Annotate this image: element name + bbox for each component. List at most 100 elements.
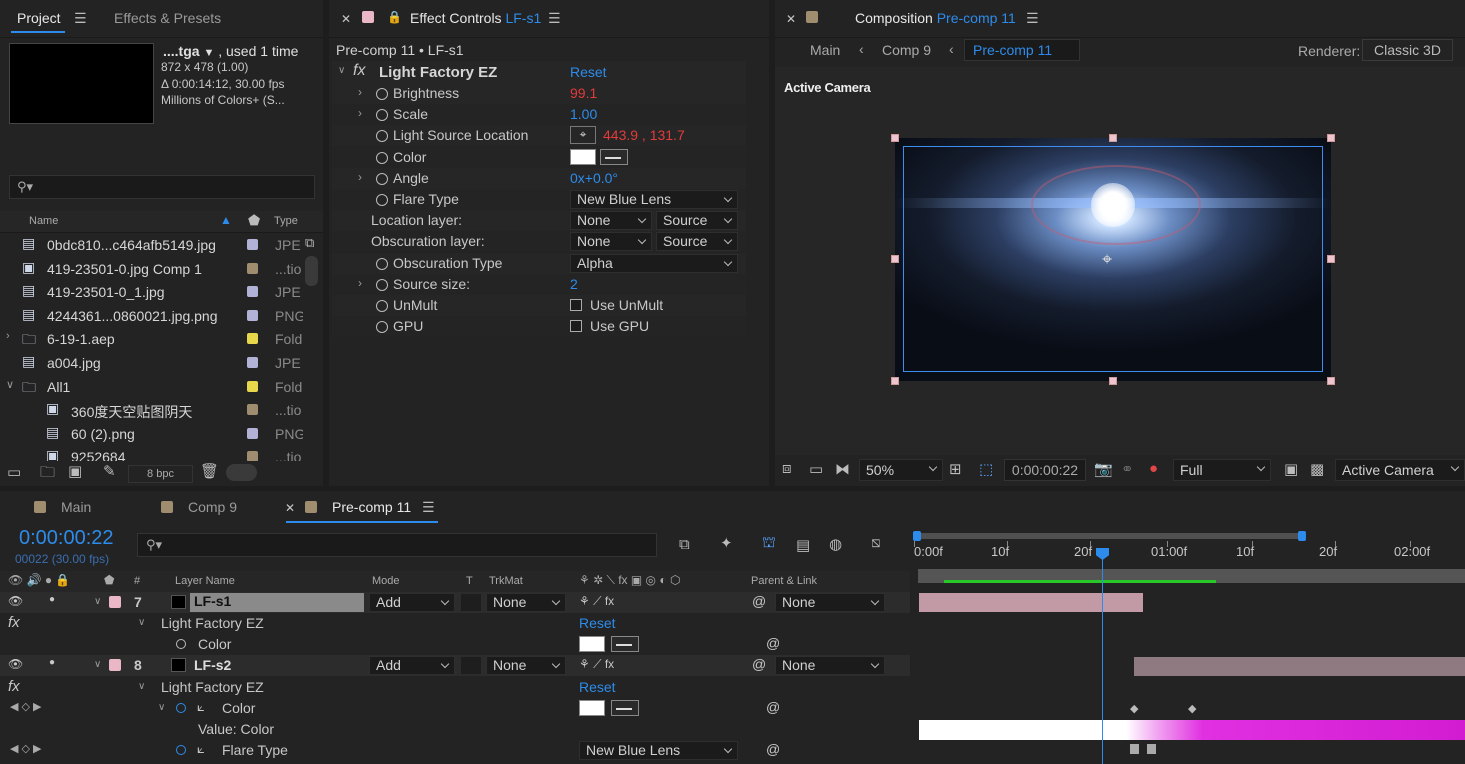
sort-ascending-icon[interactable]: ▲	[220, 213, 232, 227]
stopwatch-icon[interactable]	[376, 194, 388, 206]
color-swatch[interactable]	[579, 700, 605, 716]
layer-bar-lf-s2[interactable]	[1134, 657, 1465, 676]
layer-switches[interactable]: ⚘ ⟋ fx	[579, 657, 614, 672]
stopwatch-icon[interactable]	[376, 321, 388, 334]
layer-select[interactable]: None	[570, 211, 652, 231]
transform-handle[interactable]	[891, 377, 899, 385]
work-area-end-handle[interactable]	[1298, 531, 1306, 541]
effect-prop-select[interactable]: Alpha	[570, 253, 738, 273]
transparency-grid-icon[interactable]: ▩	[1310, 460, 1324, 478]
parent-select[interactable]: None	[775, 593, 885, 612]
checkbox[interactable]	[570, 299, 582, 311]
project-item-label-swatch[interactable]	[247, 380, 258, 392]
eyedropper-icon[interactable]	[611, 700, 639, 716]
prop-expand-icon[interactable]: ›	[358, 106, 362, 120]
lock-icon[interactable]: 🔒	[387, 10, 402, 24]
layer-mode-select[interactable]: Add	[369, 656, 455, 675]
crumb-main[interactable]: Main	[810, 42, 840, 58]
project-item[interactable]: ▣ 360度天空贴图阴天 ...tio	[0, 399, 303, 422]
parent-pickwhip-icon[interactable]: @	[752, 656, 766, 672]
close-tab-icon[interactable]: ✕	[341, 12, 351, 26]
project-item[interactable]: › 🗀 6-19-1.aep Fold	[0, 328, 303, 351]
av-switch-icons[interactable]: 👁 🔊 ● 🔒	[8, 573, 70, 587]
motion-blur-icon[interactable]: ◍	[829, 535, 842, 553]
comp-viewer[interactable]: Active Camera ⌖	[775, 67, 1465, 455]
layer-row-lf-s2[interactable]: 👁 ● ∨ 8 LF-s2 Add None ⚘ ⟋ fx @ None	[0, 655, 910, 676]
effect-controls-layer[interactable]: LF-s1	[505, 10, 541, 26]
folder-collapsed-icon[interactable]: ›	[6, 330, 10, 342]
project-item[interactable]: ▣ 419-23501-0.jpg Comp 1 ...tio	[0, 258, 303, 281]
stopwatch-active-icon[interactable]	[176, 703, 186, 713]
prop-expand-icon[interactable]: ›	[358, 170, 362, 184]
project-item-label-swatch[interactable]	[247, 357, 258, 368]
layer-name[interactable]: LF-s2	[194, 657, 231, 673]
comp-mini-flowchart-icon[interactable]: ⧉	[679, 536, 690, 553]
transform-handle[interactable]	[1109, 134, 1117, 142]
comp-selection-box[interactable]	[903, 146, 1323, 372]
hold-keyframe-icon[interactable]	[1130, 744, 1139, 754]
effect-prop-value[interactable]: 1.00	[570, 106, 597, 122]
source-select[interactable]: Source	[656, 232, 738, 252]
flowchart-icon[interactable]: ⧉	[305, 235, 314, 251]
fx-icon[interactable]: fx	[8, 678, 20, 695]
stopwatch-icon[interactable]	[176, 639, 186, 649]
project-item-label-swatch[interactable]	[247, 427, 258, 439]
project-scrollbar[interactable]	[305, 256, 318, 286]
effect-prop-value[interactable]: 99.1	[570, 85, 597, 101]
effect-prop-value[interactable]: 2	[570, 276, 578, 292]
prop-expand-icon[interactable]: ›	[358, 85, 362, 99]
timeline-tab-main[interactable]: Main	[61, 499, 91, 515]
fast-preview-icon[interactable]: ▣	[1284, 460, 1298, 478]
renderer-button[interactable]: Classic 3D	[1362, 39, 1453, 61]
stopwatch-icon[interactable]	[376, 130, 388, 143]
hold-keyframe-icon[interactable]	[1147, 744, 1156, 754]
interpret-footage-icon[interactable]: ▭	[7, 463, 21, 481]
project-slider[interactable]	[226, 464, 257, 481]
work-area-start-handle[interactable]	[913, 531, 921, 541]
eyedropper-icon[interactable]	[611, 636, 639, 652]
point-target-icon[interactable]: ⌖	[570, 126, 596, 145]
new-composition-icon[interactable]: ▣	[68, 462, 82, 480]
snapshot-icon[interactable]: 📷	[1094, 460, 1113, 478]
project-item[interactable]: ▤ 4244361...0860021.jpg.png PNG	[0, 305, 303, 328]
project-menu-icon[interactable]: ☰	[74, 10, 87, 27]
frame-blending-icon[interactable]: ▤	[796, 536, 810, 554]
stopwatch-active-icon[interactable]	[176, 745, 186, 755]
adjust-icon[interactable]: ✎	[103, 462, 116, 480]
stopwatch-icon[interactable]	[376, 257, 388, 270]
label-column-icon[interactable]: ⬟	[248, 212, 260, 229]
stopwatch-icon[interactable]	[376, 109, 388, 122]
view-select[interactable]: Active Camera	[1335, 459, 1465, 481]
timeline-menu-icon[interactable]: ☰	[422, 499, 435, 516]
effect-prop-value[interactable]: 443.9 , 131.7	[603, 127, 685, 143]
expression-pickwhip-icon[interactable]: @	[766, 699, 780, 715]
time-ruler[interactable]: 0:00f 10f 20f 01:00f 10f 20f 02:00f	[914, 541, 1465, 565]
crumb-precomp11[interactable]: Pre-comp 11	[964, 39, 1080, 61]
expression-pickwhip-icon[interactable]: @	[766, 741, 780, 757]
timeline-tab-comp9[interactable]: Comp 9	[188, 499, 237, 515]
bpc-button[interactable]: 8 bpc	[128, 465, 193, 483]
column-layer-name[interactable]: Layer Name	[175, 575, 235, 587]
checkbox[interactable]	[570, 320, 582, 333]
file-dropdown-icon[interactable]: ▼	[203, 47, 214, 59]
comp-timecode[interactable]: 0:00:00:22	[1004, 459, 1086, 481]
zoom-select[interactable]: 50%	[859, 459, 943, 481]
channel-icon[interactable]: ●	[1149, 460, 1158, 477]
monitor-icon[interactable]: ▭	[809, 460, 823, 478]
effect-collapse-icon[interactable]: ∨	[338, 65, 345, 76]
solo-dot-icon[interactable]: ●	[49, 594, 55, 605]
new-folder-icon[interactable]: 🗀	[40, 462, 55, 487]
project-item[interactable]: ▤ a004.jpg JPE	[0, 352, 303, 375]
trkmat-select[interactable]: None	[486, 656, 566, 675]
composition-comp-name[interactable]: Pre-comp 11	[937, 10, 1016, 26]
composition-title[interactable]: Composition	[855, 10, 933, 26]
project-item[interactable]: ▤ 60 (2).png PNG	[0, 423, 303, 446]
tab-effects-presets[interactable]: Effects & Presets	[114, 10, 221, 26]
time-graph[interactable]: 0:00f 10f 20f 01:00f 10f 20f 02:00f ◆ ◆	[913, 527, 1465, 764]
effect-prop-value[interactable]: 0x+0.0°	[570, 170, 618, 186]
prop-expand-icon[interactable]: ›	[358, 276, 362, 290]
preserve-transparency-box[interactable]	[461, 594, 481, 611]
composition-menu-icon[interactable]: ☰	[1026, 10, 1039, 27]
project-item[interactable]: ▤ 0bdc810...c464afb5149.jpg JPE	[0, 234, 303, 257]
layer-select[interactable]: None	[570, 232, 652, 252]
